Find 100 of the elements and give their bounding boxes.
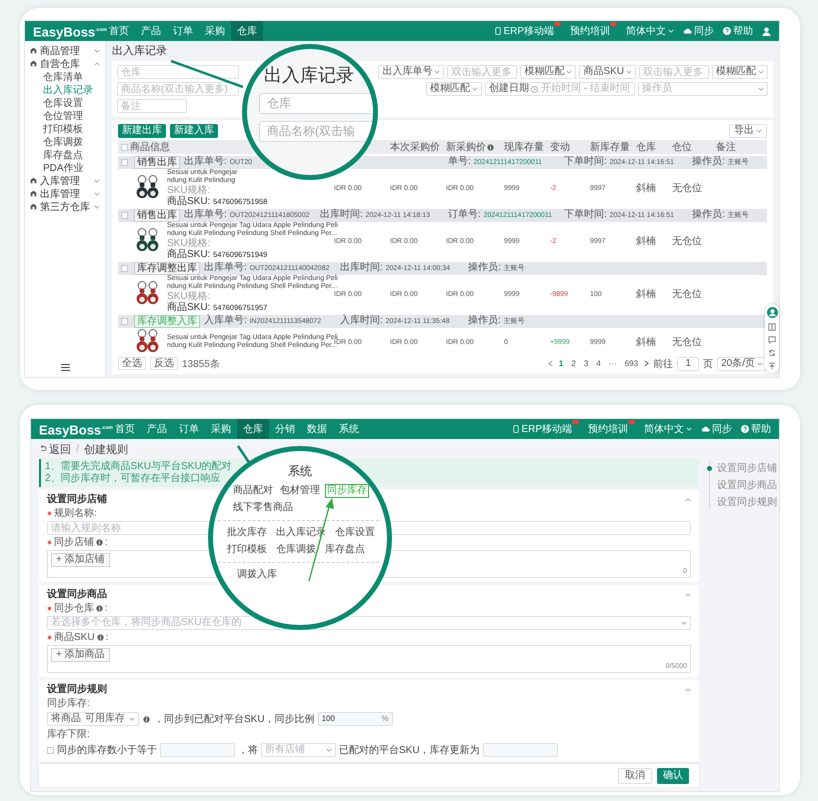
dropdown[interactable]: 20条/页: [717, 356, 767, 370]
menu-item[interactable]: 线下零售商品: [231, 501, 295, 515]
select-button[interactable]: 全选: [118, 357, 146, 370]
section-title: 设置同步商品: [47, 588, 107, 601]
field-label: 同步店铺: [54, 537, 94, 548]
dropdown[interactable]: 将商品 可用库存: [47, 712, 139, 726]
nav-tab[interactable]: 订单: [167, 21, 199, 41]
column-header: 仓库: [636, 140, 657, 154]
menu-item[interactable]: 库存盘点: [323, 543, 367, 557]
nav-tab[interactable]: 数据: [301, 419, 333, 439]
sidebar-item[interactable]: 仓库调拨: [25, 135, 105, 148]
input-field[interactable]: 商品名称(双击输入更多): [117, 82, 239, 96]
sidebar-item[interactable]: 仓库清单: [25, 70, 105, 83]
checkbox[interactable]: [47, 746, 54, 754]
column-header: 备注: [716, 140, 737, 154]
header-link[interactable]: 预约培训: [570, 24, 610, 38]
input-field[interactable]: 双击输入更多: [447, 65, 518, 79]
page-link[interactable]: 693: [622, 359, 640, 368]
nav-tab[interactable]: 产品: [135, 21, 167, 41]
sidebar-item[interactable]: 仓位管理: [25, 109, 105, 122]
sidebar-item[interactable]: PDA作业: [25, 161, 105, 174]
input-field[interactable]: 备注: [117, 99, 187, 113]
avatar-icon[interactable]: [766, 307, 778, 318]
dropdown[interactable]: 出入库单号: [378, 65, 444, 79]
date-range-field[interactable]: 创建日期 开始时间 - 结束时间: [485, 82, 635, 96]
action-button[interactable]: 新建出库: [118, 124, 166, 138]
user-icon[interactable]: [762, 26, 771, 36]
checkbox[interactable]: [120, 212, 128, 219]
nav-tab[interactable]: 采购: [205, 419, 237, 439]
chat-icon[interactable]: [768, 336, 776, 344]
checkbox[interactable]: [120, 144, 128, 150]
page-link[interactable]: 2: [569, 359, 578, 368]
input-field[interactable]: [160, 743, 235, 757]
nav-tab[interactable]: 分销: [269, 419, 301, 439]
next-page-icon[interactable]: [644, 360, 650, 367]
header-link[interactable]: 简体中文: [626, 24, 674, 38]
previous-page-icon[interactable]: [548, 360, 553, 367]
input-field[interactable]: 100 %: [318, 712, 393, 726]
dropdown[interactable]: 模糊匹配: [712, 65, 768, 79]
sidebar-item[interactable]: 出库管理: [25, 187, 105, 200]
nav-tab[interactable]: 仓库: [237, 419, 269, 439]
nav-tab[interactable]: 系统: [333, 419, 365, 439]
menu-item[interactable]: 包材管理: [278, 484, 322, 498]
sku-spec: SKU规格:: [167, 238, 210, 249]
nav-tab[interactable]: 订单: [173, 419, 205, 439]
input-field[interactable]: 双击输入更多: [639, 65, 709, 79]
header-link[interactable]: ERP移动端: [495, 24, 554, 38]
refresh-icon[interactable]: [768, 349, 776, 357]
dropdown[interactable]: 模糊匹配: [520, 65, 576, 79]
sidebar-item[interactable]: 仓库设置: [25, 96, 105, 109]
magnified-field: 商品名称(双击输: [259, 121, 373, 142]
checkbox[interactable]: [120, 159, 128, 166]
sidebar-item[interactable]: 库存盘点: [25, 148, 105, 161]
sidebar-item[interactable]: 打印模板: [25, 122, 105, 135]
header-link[interactable]: 简体中文: [644, 422, 692, 436]
warehouse-icon: [30, 177, 37, 184]
back-to-top-icon[interactable]: [768, 362, 776, 370]
confirm-button[interactable]: 确认: [657, 768, 689, 784]
dropdown[interactable]: 商品SKU: [579, 65, 636, 79]
action-button[interactable]: 新建入库: [170, 124, 218, 138]
nav-tab[interactable]: 采购: [199, 21, 231, 41]
book-icon[interactable]: [768, 323, 776, 331]
header-link[interactable]: 同步: [683, 24, 714, 38]
dropdown[interactable]: 模糊匹配: [426, 82, 482, 96]
add-button[interactable]: + 添加店铺: [51, 553, 110, 567]
header-link[interactable]: 帮助: [723, 24, 753, 38]
add-button[interactable]: + 添加商品: [51, 648, 110, 662]
nav-tab[interactable]: 产品: [141, 419, 173, 439]
nav-tab[interactable]: 仓库: [231, 21, 263, 41]
chevron-down-icon: [434, 70, 440, 74]
checkbox[interactable]: [120, 265, 128, 272]
header-link[interactable]: 同步: [701, 422, 732, 436]
header-link[interactable]: 预约培训: [588, 422, 628, 436]
page-link[interactable]: 4: [594, 359, 603, 368]
menu-item[interactable]: 商品配对: [231, 484, 275, 498]
sidebar-item[interactable]: 出入库记录: [25, 83, 105, 96]
sidebar-item[interactable]: 第三方仓库: [25, 200, 105, 213]
type-tag: 销售出库: [134, 156, 180, 169]
header-link[interactable]: ERP移动端: [513, 422, 572, 436]
menu-item[interactable]: 仓库调拨: [274, 543, 318, 557]
cancel-button[interactable]: 取消: [618, 768, 652, 784]
page-link[interactable]: 1: [556, 359, 566, 368]
sidebar-item[interactable]: 入库管理: [25, 174, 105, 187]
back-link[interactable]: 返回: [39, 442, 71, 456]
page-title: 出入库记录: [112, 44, 168, 58]
checkbox[interactable]: [120, 318, 128, 325]
page-input[interactable]: 1: [677, 356, 700, 370]
input-field[interactable]: [482, 743, 558, 757]
select-button[interactable]: 反选: [150, 357, 178, 370]
page-link[interactable]: 3: [582, 359, 590, 368]
input-field[interactable]: 仓库: [117, 65, 239, 79]
menu-item[interactable]: 打印模板: [225, 543, 269, 557]
header-link[interactable]: 帮助: [741, 422, 771, 436]
menu-icon[interactable]: [60, 364, 70, 371]
sidebar-item[interactable]: 自营仓库: [25, 57, 105, 70]
menu-item[interactable]: 调拨入库: [235, 568, 279, 582]
page-link[interactable]: ···: [606, 359, 619, 368]
export-button[interactable]: 导出: [729, 124, 767, 138]
chevron-down-icon: [668, 29, 674, 33]
sidebar-item[interactable]: 商品管理: [25, 44, 105, 57]
